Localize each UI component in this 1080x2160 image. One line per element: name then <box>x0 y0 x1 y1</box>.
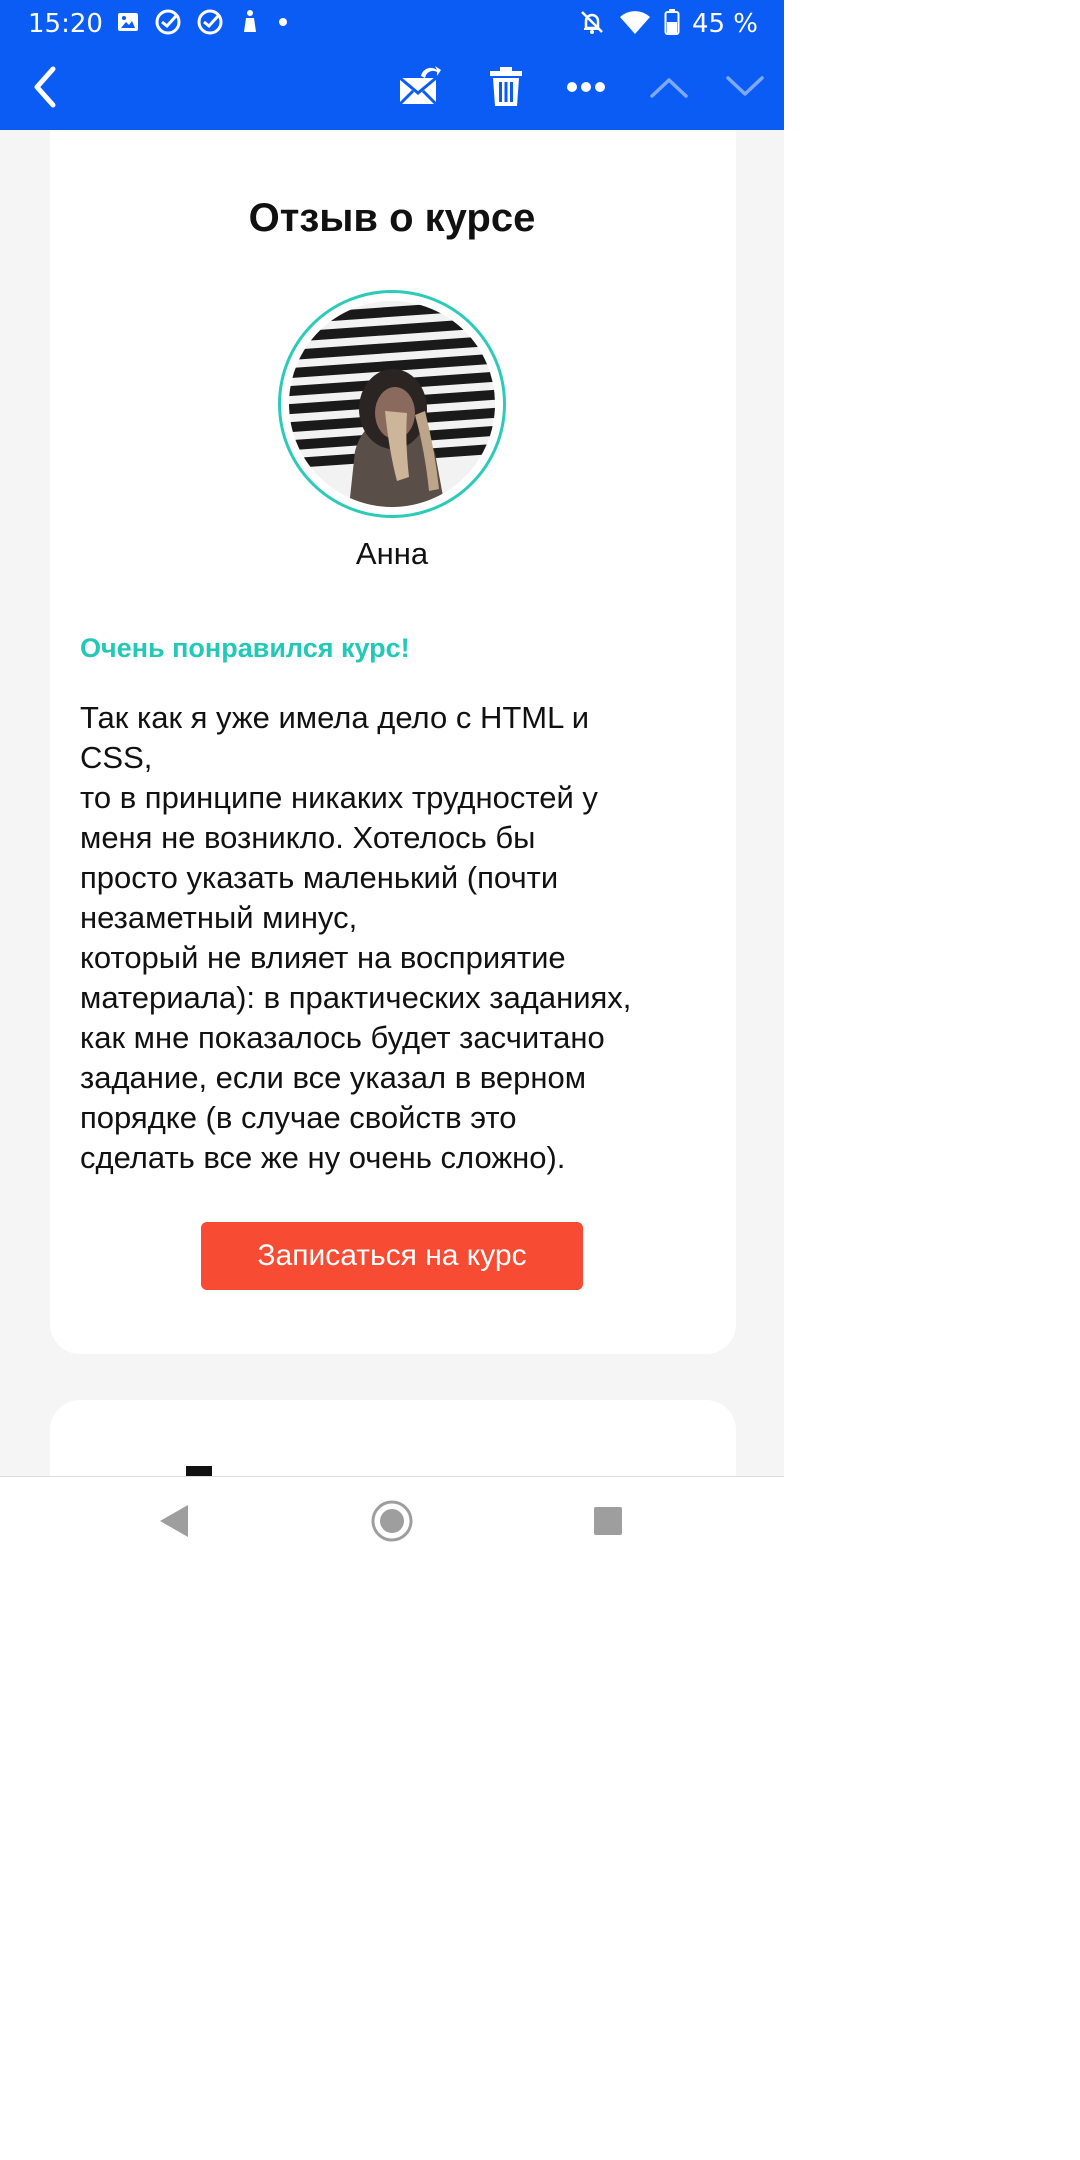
delete-button[interactable] <box>478 48 534 130</box>
bell-off-icon <box>578 8 606 41</box>
reviewer-name: Анна <box>355 536 429 571</box>
enroll-button[interactable]: Записаться на курс <box>201 1222 583 1290</box>
system-nav-bar <box>0 1476 784 1568</box>
more-icon <box>566 80 606 98</box>
status-time: 15:20 <box>28 9 103 39</box>
battery-percentage: 45 % <box>691 9 758 39</box>
trash-icon <box>489 66 523 112</box>
more-options-button[interactable] <box>558 48 614 130</box>
dot-icon <box>276 15 290 34</box>
wifi-icon <box>618 8 652 41</box>
mark-unread-icon <box>397 65 443 113</box>
next-card-title-fragment <box>186 1466 212 1476</box>
review-body: Так как я уже имела дело с HTML и CSS, т… <box>80 700 632 1175</box>
nav-home-icon <box>370 1499 414 1548</box>
nav-back-icon <box>158 1503 190 1544</box>
check-circle-icon <box>154 8 182 41</box>
review-card-title: Отзыв о курсе <box>248 196 536 240</box>
status-system-icons: 45 % <box>578 8 758 40</box>
mark-unread-button[interactable] <box>392 48 448 130</box>
nav-home-button[interactable] <box>352 1477 432 1568</box>
check-circle-icon <box>196 8 224 41</box>
battery-icon <box>664 8 680 41</box>
nav-recents-icon <box>593 1506 623 1541</box>
review-headline: Очень понравился курс! <box>80 633 410 663</box>
pointer-icon <box>238 8 262 41</box>
status-notification-icons <box>116 8 290 41</box>
back-button[interactable] <box>18 48 74 130</box>
nav-back-button[interactable] <box>134 1477 214 1568</box>
avatar <box>289 301 495 507</box>
next-message-button[interactable] <box>718 48 772 130</box>
email-screen: 15:20 45 % Отзыв о курсе Анна Очень понр… <box>0 0 784 1568</box>
previous-message-button[interactable] <box>642 48 696 130</box>
image-icon <box>116 10 140 39</box>
nav-recents-button[interactable] <box>568 1477 648 1568</box>
status-bar: 15:20 45 % <box>0 0 784 48</box>
back-icon <box>31 65 61 114</box>
next-icon <box>726 75 764 103</box>
app-bar <box>0 48 784 130</box>
previous-icon <box>650 76 688 103</box>
